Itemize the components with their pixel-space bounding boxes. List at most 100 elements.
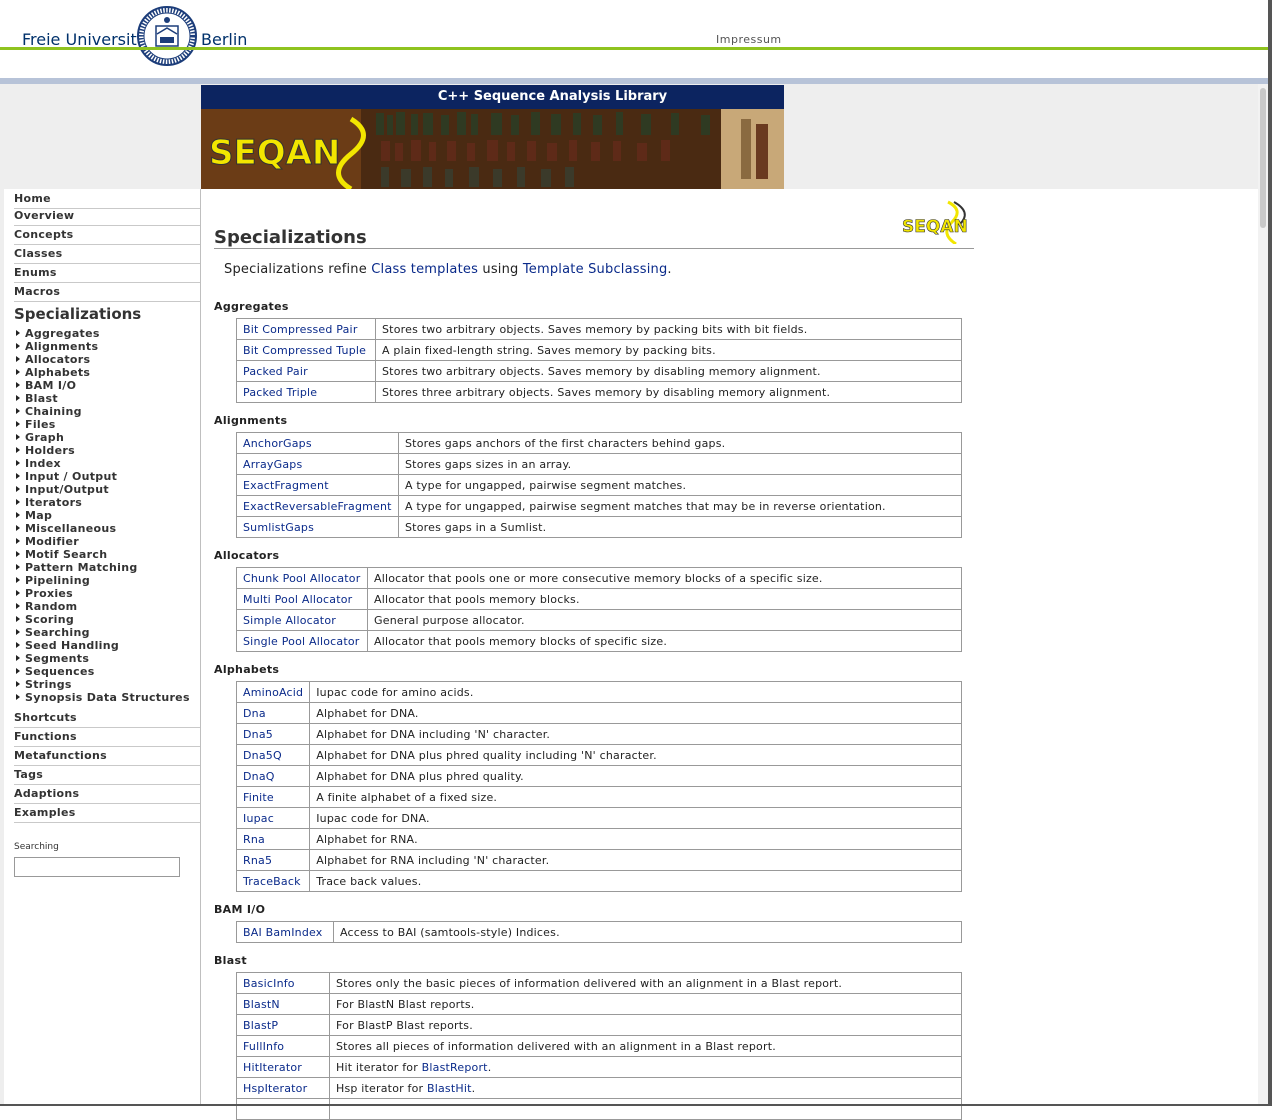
- sub-item-input-output[interactable]: Input/Output: [16, 483, 109, 496]
- scrollbar[interactable]: [1258, 84, 1268, 1106]
- spec-link[interactable]: Dna5: [235, 723, 311, 745]
- spec-link[interactable]: BlastP: [236, 1014, 330, 1036]
- spec-link[interactable]: FullInfo: [236, 1035, 330, 1057]
- blast-report-link[interactable]: BlastReport: [422, 1061, 488, 1074]
- sub-item-graph[interactable]: Graph: [16, 431, 64, 444]
- banner-title-text: C++ Sequence Analysis Library: [437, 89, 668, 104]
- spec-link[interactable]: Rna: [235, 828, 311, 850]
- spec-desc: General purpose allocator.: [367, 609, 962, 631]
- sub-item-bam-io[interactable]: BAM I/O: [16, 379, 76, 392]
- sub-item-searching[interactable]: Searching: [16, 626, 90, 639]
- spec-link[interactable]: ExactReversableFragment: [236, 495, 399, 517]
- nav-examples[interactable]: Examples: [14, 804, 200, 823]
- spec-link[interactable]: Dna: [235, 702, 311, 724]
- sub-item-aggregates[interactable]: Aggregates: [16, 327, 100, 340]
- sub-item-proxies[interactable]: Proxies: [16, 587, 73, 600]
- spec-link[interactable]: HitIterator: [236, 1056, 330, 1078]
- spec-link[interactable]: Packed Triple: [236, 381, 376, 403]
- table-row: Finite A finite alphabet of a fixed size.: [235, 786, 962, 808]
- sub-item-chaining[interactable]: Chaining: [16, 405, 82, 418]
- sub-item-allocators[interactable]: Allocators: [16, 353, 90, 366]
- nav-adaptions[interactable]: Adaptions: [14, 785, 200, 804]
- nav-macros[interactable]: Macros: [14, 283, 200, 302]
- sub-item-seed-handling[interactable]: Seed Handling: [16, 639, 119, 652]
- sub-item-files[interactable]: Files: [16, 418, 56, 431]
- spec-link[interactable]: Iupac: [235, 807, 311, 829]
- spec-link[interactable]: ExactFragment: [236, 474, 399, 496]
- section-heading-alphabets: Alphabets: [214, 663, 280, 676]
- table-row: Dna5 Alphabet for DNA including 'N' chara…: [235, 723, 962, 745]
- spec-link[interactable]: Packed Pair: [236, 360, 376, 382]
- table-row: Chunk Pool Allocator Allocator that pools…: [236, 567, 962, 589]
- spec-desc: Access to BAI (samtools-style) Indices.: [333, 921, 962, 943]
- spec-link[interactable]: AnchorGaps: [236, 432, 399, 454]
- spec-link[interactable]: BlastN: [236, 993, 330, 1015]
- sub-item-synopsis-data-structures[interactable]: Synopsis Data Structures: [16, 691, 190, 704]
- template-subclassing-link[interactable]: Template Subclassing: [523, 262, 668, 277]
- nav-specializations-current[interactable]: Specializations: [14, 305, 141, 323]
- nav-overview[interactable]: Overview: [14, 207, 200, 226]
- spec-desc-end: .: [487, 1060, 492, 1074]
- spec-link[interactable]: ArrayGaps: [236, 453, 399, 475]
- sub-item-label: BAM I/O: [25, 379, 77, 392]
- spec-link[interactable]: BasicInfo: [236, 972, 330, 994]
- spec-link[interactable]: Rna5: [235, 849, 311, 871]
- sub-item-input-output-spaced[interactable]: Input / Output: [16, 470, 117, 483]
- spec-link[interactable]: Multi Pool Allocator: [236, 588, 368, 610]
- nav-enums[interactable]: Enums: [14, 264, 200, 283]
- sub-item-map[interactable]: Map: [16, 509, 52, 522]
- sub-item-strings[interactable]: Strings: [16, 678, 72, 691]
- spec-link[interactable]: Simple Allocator: [236, 609, 368, 631]
- sub-item-random[interactable]: Random: [16, 600, 77, 613]
- table-row: Dna Alphabet for DNA.: [235, 702, 962, 724]
- spec-link[interactable]: HspIterator: [236, 1077, 330, 1099]
- nav-tags[interactable]: Tags: [14, 766, 200, 785]
- spec-desc: Stores three arbitrary objects. Saves me…: [375, 381, 962, 403]
- sub-item-miscellaneous[interactable]: Miscellaneous: [16, 522, 116, 535]
- spec-link[interactable]: TraceBack: [235, 870, 311, 892]
- class-templates-link[interactable]: Class templates: [371, 262, 478, 277]
- spec-link[interactable]: BAI BamIndex: [236, 921, 334, 943]
- sub-item-scoring[interactable]: Scoring: [16, 613, 74, 626]
- sub-item-modifier[interactable]: Modifier: [16, 535, 79, 548]
- spec-link[interactable]: Bit Compressed Tuple: [236, 339, 376, 361]
- sub-item-pipelining[interactable]: Pipelining: [16, 574, 90, 587]
- sub-item-holders[interactable]: Holders: [16, 444, 75, 457]
- sub-item-iterators[interactable]: Iterators: [16, 496, 82, 509]
- spec-link[interactable]: Bit Compressed Pair: [236, 318, 376, 340]
- sub-item-alphabets[interactable]: Alphabets: [16, 366, 90, 379]
- sub-item-segments[interactable]: Segments: [16, 652, 89, 665]
- spec-link[interactable]: Dna5Q: [235, 744, 311, 766]
- sub-item-pattern-matching[interactable]: Pattern Matching: [16, 561, 138, 574]
- sub-item-sequences[interactable]: Sequences: [16, 665, 95, 678]
- nav-classes[interactable]: Classes: [14, 245, 200, 264]
- blast-hit-link[interactable]: BlastHit: [427, 1082, 472, 1095]
- nav-metafunctions[interactable]: Metafunctions: [14, 747, 200, 766]
- sub-item-label: Aggregates: [25, 327, 100, 340]
- spec-link[interactable]: DnaQ: [235, 765, 311, 787]
- university-seal-icon[interactable]: [137, 6, 197, 66]
- scrollbar-thumb[interactable]: [1260, 88, 1266, 228]
- spec-link[interactable]: Chunk Pool Allocator: [236, 567, 368, 589]
- impressum-link[interactable]: Impressum: [716, 33, 782, 46]
- triangle-right-icon: [16, 629, 20, 635]
- spec-link[interactable]: Finite: [235, 786, 311, 808]
- triangle-right-icon: [16, 486, 20, 492]
- nav-shortcuts[interactable]: Shortcuts: [14, 709, 200, 728]
- sub-item-blast[interactable]: Blast: [16, 392, 58, 405]
- spec-link[interactable]: [236, 1098, 330, 1120]
- sub-item-index[interactable]: Index: [16, 457, 61, 470]
- spec-link[interactable]: Single Pool Allocator: [236, 630, 368, 652]
- search-input[interactable]: [14, 857, 180, 877]
- sub-item-motif-search[interactable]: Motif Search: [16, 548, 107, 561]
- sub-item-label: Segments: [25, 652, 90, 665]
- spec-link[interactable]: SumlistGaps: [236, 516, 399, 538]
- svg-text:SEQAN: SEQAN: [209, 133, 340, 173]
- table-bam-io: BAI BamIndex Access to BAI (samtools-styl…: [236, 921, 962, 943]
- nav-concepts[interactable]: Concepts: [14, 226, 200, 245]
- table-row: AminoAcid Iupac code for amino acids.: [235, 681, 962, 703]
- nav-functions[interactable]: Functions: [14, 728, 200, 747]
- spec-link[interactable]: AminoAcid: [235, 681, 311, 703]
- spec-desc: Stores gaps anchors of the first charact…: [398, 432, 962, 454]
- sub-item-alignments[interactable]: Alignments: [16, 340, 98, 353]
